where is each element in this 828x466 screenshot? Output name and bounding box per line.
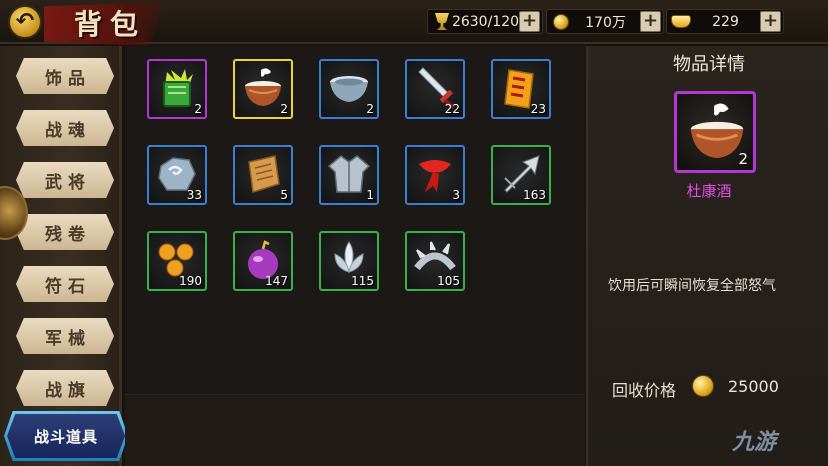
- detail-item-name: 杜康酒: [686, 182, 732, 200]
- item-slot-1[interactable]: 2: [147, 59, 207, 119]
- item-slot-2[interactable]: 2: [233, 59, 293, 119]
- tab-war-banners[interactable]: 战旗: [16, 370, 114, 406]
- item-count: 147: [265, 274, 288, 288]
- item-slot-3[interactable]: 2: [319, 59, 379, 119]
- currency-ingot: 229 +: [666, 9, 784, 34]
- item-count: 163: [523, 188, 546, 202]
- top-bar: ↶ 背包 2630/120 + 170万 + 229 +: [0, 0, 828, 46]
- item-count: 22: [444, 102, 460, 116]
- item-count: 2: [280, 102, 288, 116]
- green-scroll-flame-icon: [163, 69, 193, 107]
- currency-trophy-value: 2630/120: [451, 13, 520, 30]
- detail-item-count: 2: [738, 150, 748, 168]
- add-coin-button[interactable]: +: [640, 11, 661, 32]
- item-count: 190: [179, 274, 202, 288]
- empty-bowl-icon: [330, 76, 368, 102]
- back-arrow-icon: ↶: [15, 9, 35, 34]
- currency-coin-value: 170万: [585, 14, 626, 31]
- tab-war-soul[interactable]: 战魂: [16, 110, 114, 146]
- item-slot-4[interactable]: 22: [405, 59, 465, 119]
- detail-title: 物品详情: [673, 54, 745, 75]
- tab-accessories[interactable]: 饰品: [16, 58, 114, 94]
- item-count: 3: [452, 188, 460, 202]
- tab-label: 军械: [45, 328, 91, 349]
- ingot-icon: [671, 15, 691, 28]
- item-count: 5: [280, 188, 288, 202]
- tab-rune-stones[interactable]: 符石: [16, 266, 114, 302]
- item-count: 33: [186, 188, 202, 202]
- item-count: 105: [437, 274, 460, 288]
- tab-label: 残卷: [45, 224, 91, 245]
- armor-robe-icon: [327, 155, 371, 193]
- tab-label: 饰品: [45, 68, 91, 89]
- wine-bowl-icon: [245, 68, 281, 106]
- tab-label: 战旗: [45, 380, 91, 401]
- item-slot-9[interactable]: 3: [405, 145, 465, 205]
- tab-label: 战魂: [45, 120, 91, 141]
- coin-icon: [692, 375, 714, 397]
- inventory-footer: [125, 394, 585, 466]
- item-count: 23: [530, 102, 546, 116]
- item-count: 1: [366, 188, 374, 202]
- tab-label-active: 战斗道具: [33, 427, 98, 446]
- item-slot-8[interactable]: 1: [319, 145, 379, 205]
- recycle-price-value: 25000: [728, 377, 779, 396]
- back-button[interactable]: ↶: [8, 5, 42, 39]
- item-slot-10[interactable]: 163: [491, 145, 551, 205]
- currency-coin: 170万 +: [546, 9, 664, 34]
- tab-label: 武将: [45, 172, 91, 193]
- watermark-logo: 九游: [732, 430, 777, 455]
- trophy-icon: [434, 13, 449, 30]
- add-trophy-button[interactable]: +: [519, 11, 540, 32]
- currency-ingot-value: 229: [712, 13, 739, 30]
- item-count: 2: [194, 102, 202, 116]
- item-count: 2: [366, 102, 374, 116]
- currency-trophy: 2630/120 +: [427, 9, 543, 34]
- red-scarf-icon: [419, 160, 451, 192]
- item-detail-panel: 物品详情 2 杜康酒 饮用后可瞬间恢复全部怒气 回收价格 25000: [586, 46, 828, 466]
- item-slot-14[interactable]: 105: [405, 231, 465, 291]
- item-count: 115: [351, 274, 374, 288]
- add-ingot-button[interactable]: +: [760, 11, 781, 32]
- item-slot-5[interactable]: 23: [491, 59, 551, 119]
- page-title: 背包: [74, 8, 147, 41]
- recycle-price-label: 回收价格: [612, 381, 677, 400]
- tab-label: 符石: [45, 276, 91, 297]
- parchment-icon: [248, 155, 280, 193]
- coin-icon: [553, 13, 569, 30]
- item-slot-13[interactable]: 115: [319, 231, 379, 291]
- detail-description: 饮用后可瞬间恢复全部怒气: [608, 278, 776, 294]
- tab-battle-items[interactable]: 战斗道具: [4, 411, 128, 461]
- tab-generals[interactable]: 武将: [16, 162, 114, 198]
- tab-fragments[interactable]: 残卷: [16, 214, 114, 250]
- category-sidebar: 饰品 战魂 武将 残卷 符石 军械 战旗: [0, 46, 122, 466]
- item-slot-11[interactable]: 190: [147, 231, 207, 291]
- item-slot-7[interactable]: 5: [233, 145, 293, 205]
- tab-ordnance[interactable]: 军械: [16, 318, 114, 354]
- detail-item-slot: 2: [674, 91, 756, 173]
- item-slot-12[interactable]: 147: [233, 231, 293, 291]
- item-slot-6[interactable]: 33: [147, 145, 207, 205]
